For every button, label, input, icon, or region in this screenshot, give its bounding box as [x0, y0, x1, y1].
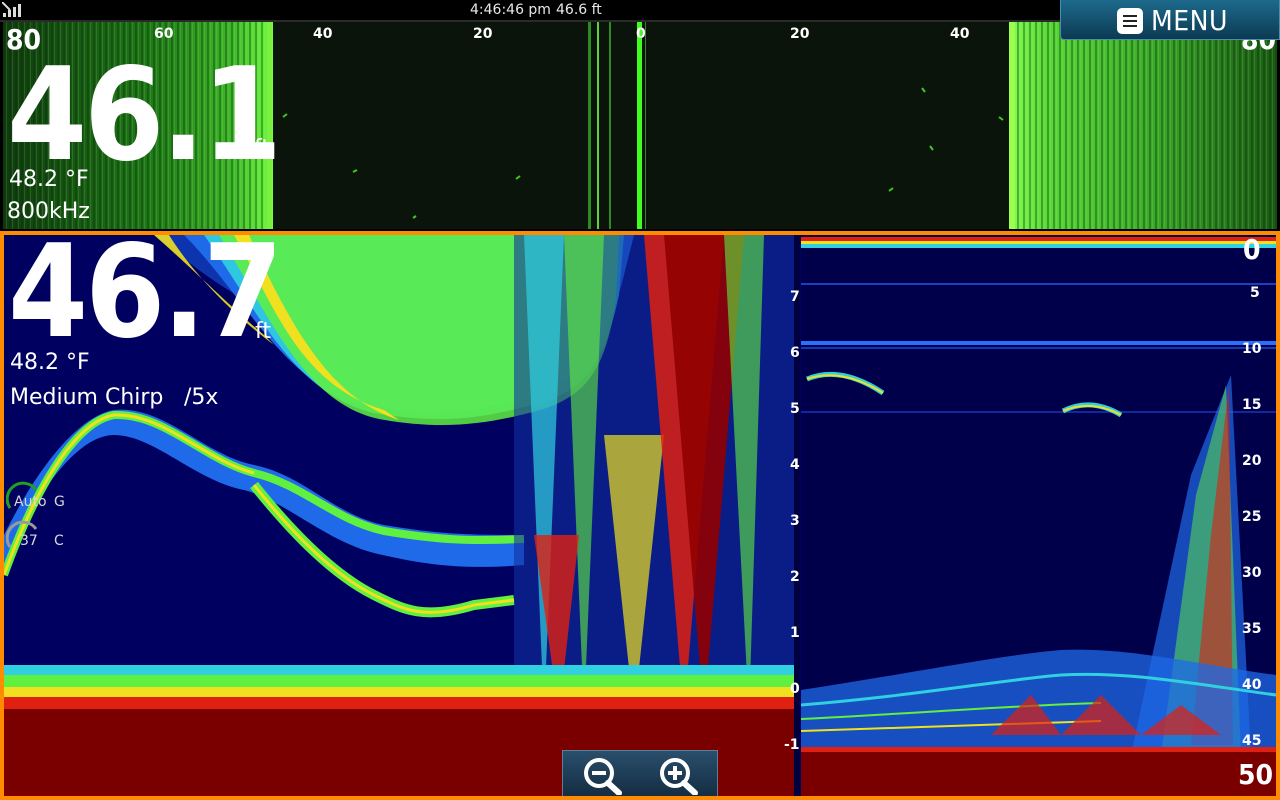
depth-scale-label: 5 — [1250, 285, 1260, 301]
depth-scale-label: 20 — [1242, 453, 1262, 469]
color-letter: C — [54, 533, 64, 549]
zoom-controls — [562, 750, 718, 796]
zoom-scale-label: 1 — [790, 625, 800, 641]
status-time: 4:46:46 pm — [470, 2, 551, 18]
menu-label: MENU — [1151, 4, 1228, 37]
list-icon — [1117, 8, 1143, 34]
frequency-mode-label: Medium Chirp — [10, 385, 164, 410]
sonar-full-view[interactable]: 0 5 10 15 20 25 30 35 40 45 50 — [801, 235, 1276, 796]
signal-bars-icon — [2, 2, 21, 17]
sonar-full-image — [801, 235, 1276, 796]
depth-scale-label: 25 — [1242, 509, 1262, 525]
zoom-scale-label: 2 — [790, 569, 800, 585]
depth-scale-label: 10 — [1242, 341, 1262, 357]
depth-scale-label: 30 — [1242, 565, 1262, 581]
depth-unit: ft — [254, 136, 270, 161]
depth-scale-label: 40 — [1242, 677, 1262, 693]
status-depth: 46.6 ft — [556, 2, 602, 18]
color-value: 37 — [20, 533, 38, 549]
depth-scale-top: 0 — [1243, 235, 1261, 266]
scale-label: 60 — [154, 26, 174, 42]
temperature-readout: 48.2 °F — [9, 167, 89, 192]
temperature-readout: 48.2 °F — [10, 350, 90, 375]
zoom-scale-label: 0 — [790, 681, 800, 697]
sonar-panel[interactable]: 46.7 ft 48.2 °F Medium Chirp /5x Auto G … — [0, 231, 1280, 800]
scale-label: 20 — [473, 26, 493, 42]
frequency-readout: 800kHz — [7, 199, 90, 224]
scale-label: 20 — [790, 26, 810, 42]
depth-scale-label: 45 — [1242, 733, 1262, 749]
zoom-in-icon[interactable] — [651, 755, 711, 795]
depth-unit: ft — [255, 319, 271, 344]
zoom-level-label: /5x — [184, 385, 219, 410]
zoom-scale-label: 3 — [790, 513, 800, 529]
gain-letter: G — [54, 494, 65, 510]
menu-button[interactable]: MENU — [1060, 0, 1280, 40]
sonar-zoom-view[interactable]: 46.7 ft 48.2 °F Medium Chirp /5x Auto G … — [4, 235, 800, 796]
depth-readout: 46.1 — [7, 41, 282, 190]
depth-readout: 46.7 — [8, 235, 283, 367]
scale-label: 0 — [636, 26, 646, 42]
zoom-scale-label: 4 — [790, 457, 800, 473]
zoom-scale-label: 7 — [790, 289, 800, 305]
depth-scale-label: 35 — [1242, 621, 1262, 637]
zoom-out-icon[interactable] — [575, 755, 635, 795]
scale-label: 40 — [313, 26, 333, 42]
depth-scale-label: 15 — [1242, 397, 1262, 413]
zoom-scale-label: -1 — [784, 737, 800, 753]
gain-mode-label: Auto — [14, 494, 47, 510]
zoom-scale-label: 5 — [790, 401, 800, 417]
zoom-scale-label: 6 — [790, 345, 800, 361]
sidescan-panel[interactable]: 80 80 60 40 20 0 20 40 46.1 ft 48.2 °F 8… — [3, 22, 1277, 229]
depth-scale-bottom: 50 — [1238, 758, 1274, 791]
scale-label: 40 — [950, 26, 970, 42]
